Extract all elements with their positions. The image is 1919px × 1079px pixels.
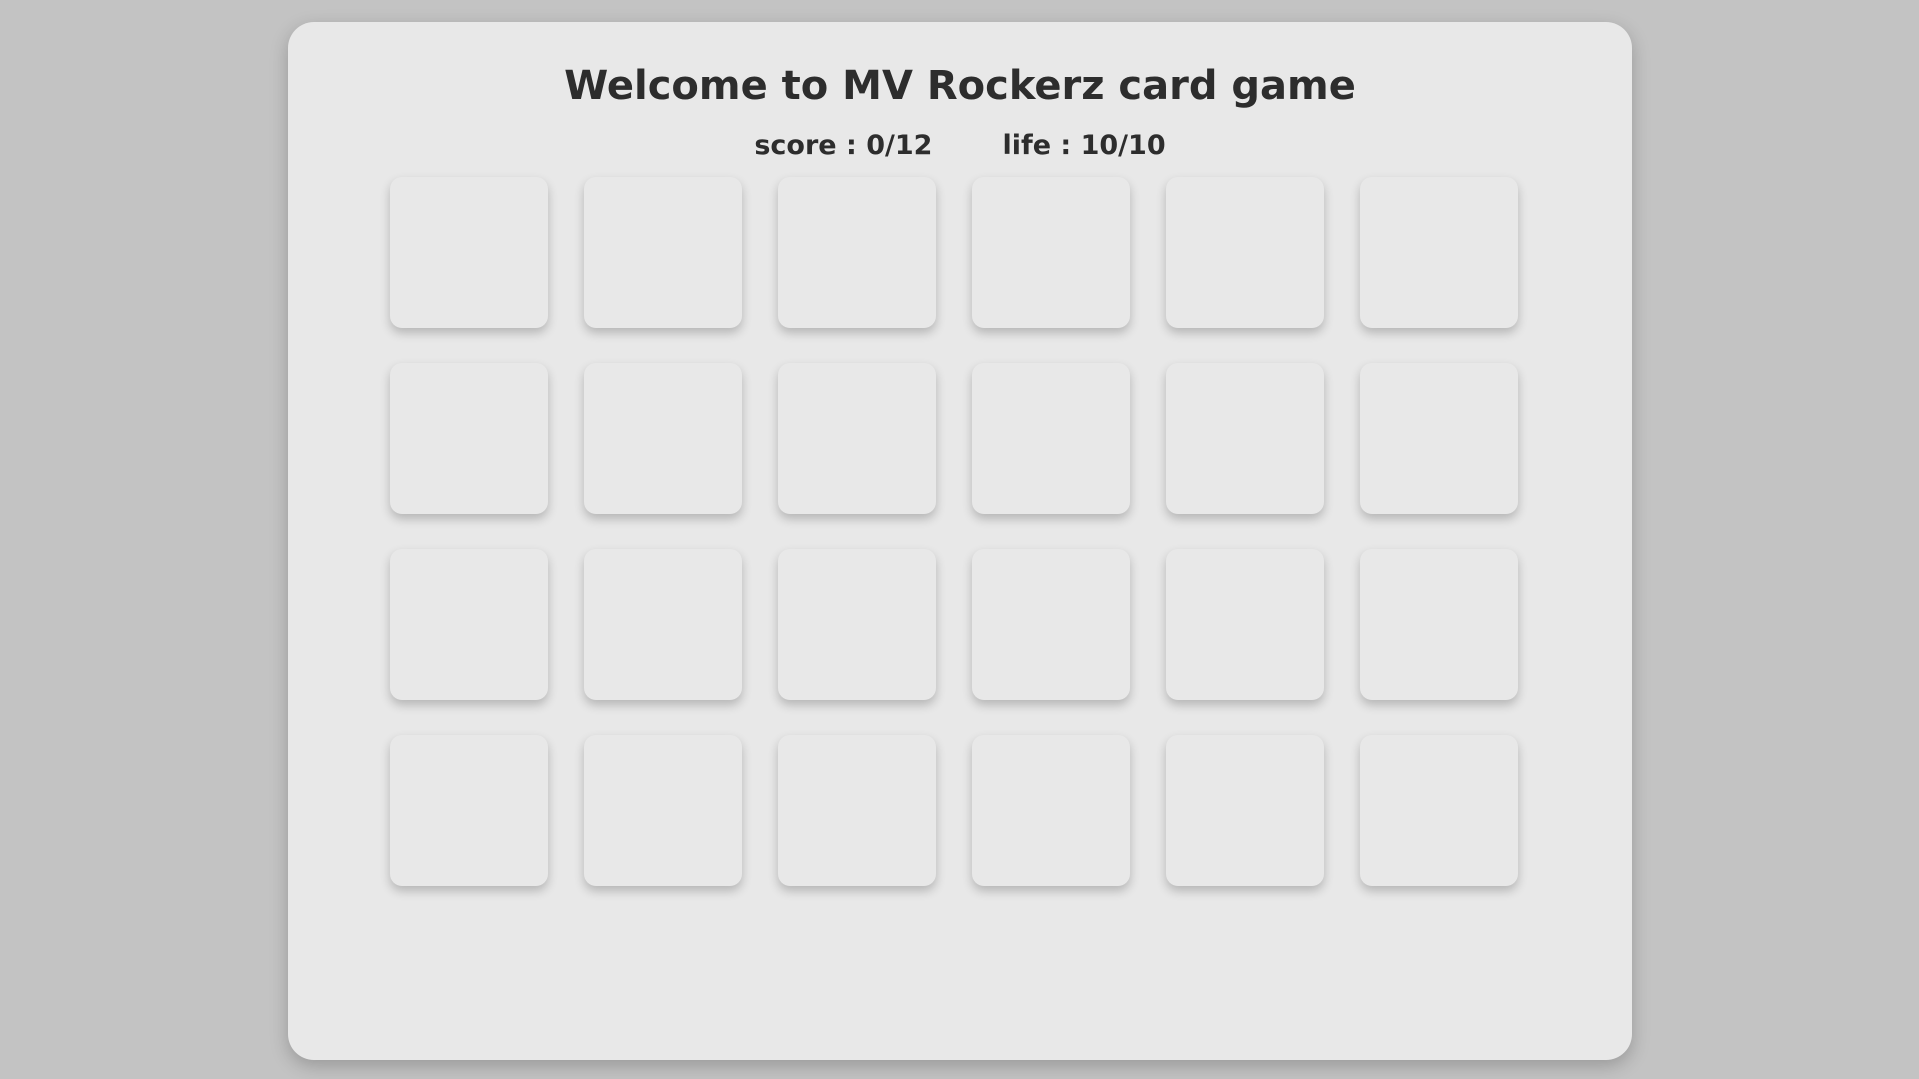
card[interactable]	[390, 549, 548, 700]
card[interactable]	[584, 735, 742, 886]
card-grid	[390, 177, 1518, 886]
score-display: score : 0/12	[754, 130, 933, 161]
card[interactable]	[972, 549, 1130, 700]
card[interactable]	[584, 363, 742, 514]
card[interactable]	[1166, 735, 1324, 886]
card[interactable]	[584, 177, 742, 328]
card[interactable]	[390, 363, 548, 514]
card[interactable]	[1360, 363, 1518, 514]
card[interactable]	[778, 363, 936, 514]
card[interactable]	[1166, 177, 1324, 328]
card[interactable]	[1166, 363, 1324, 514]
game-title: Welcome to MV Rockerz card game	[564, 63, 1356, 109]
stats-bar: score : 0/12 life : 10/10	[288, 132, 1632, 159]
card[interactable]	[972, 177, 1130, 328]
card[interactable]	[778, 735, 936, 886]
card[interactable]	[778, 549, 936, 700]
card[interactable]	[1360, 549, 1518, 700]
card[interactable]	[584, 549, 742, 700]
card[interactable]	[972, 735, 1130, 886]
card[interactable]	[1360, 735, 1518, 886]
card[interactable]	[1360, 177, 1518, 328]
card[interactable]	[390, 177, 548, 328]
game-panel: Welcome to MV Rockerz card game score : …	[288, 22, 1632, 1060]
card[interactable]	[972, 363, 1130, 514]
life-display: life : 10/10	[1002, 130, 1166, 161]
card[interactable]	[390, 735, 548, 886]
card[interactable]	[778, 177, 936, 328]
card[interactable]	[1166, 549, 1324, 700]
